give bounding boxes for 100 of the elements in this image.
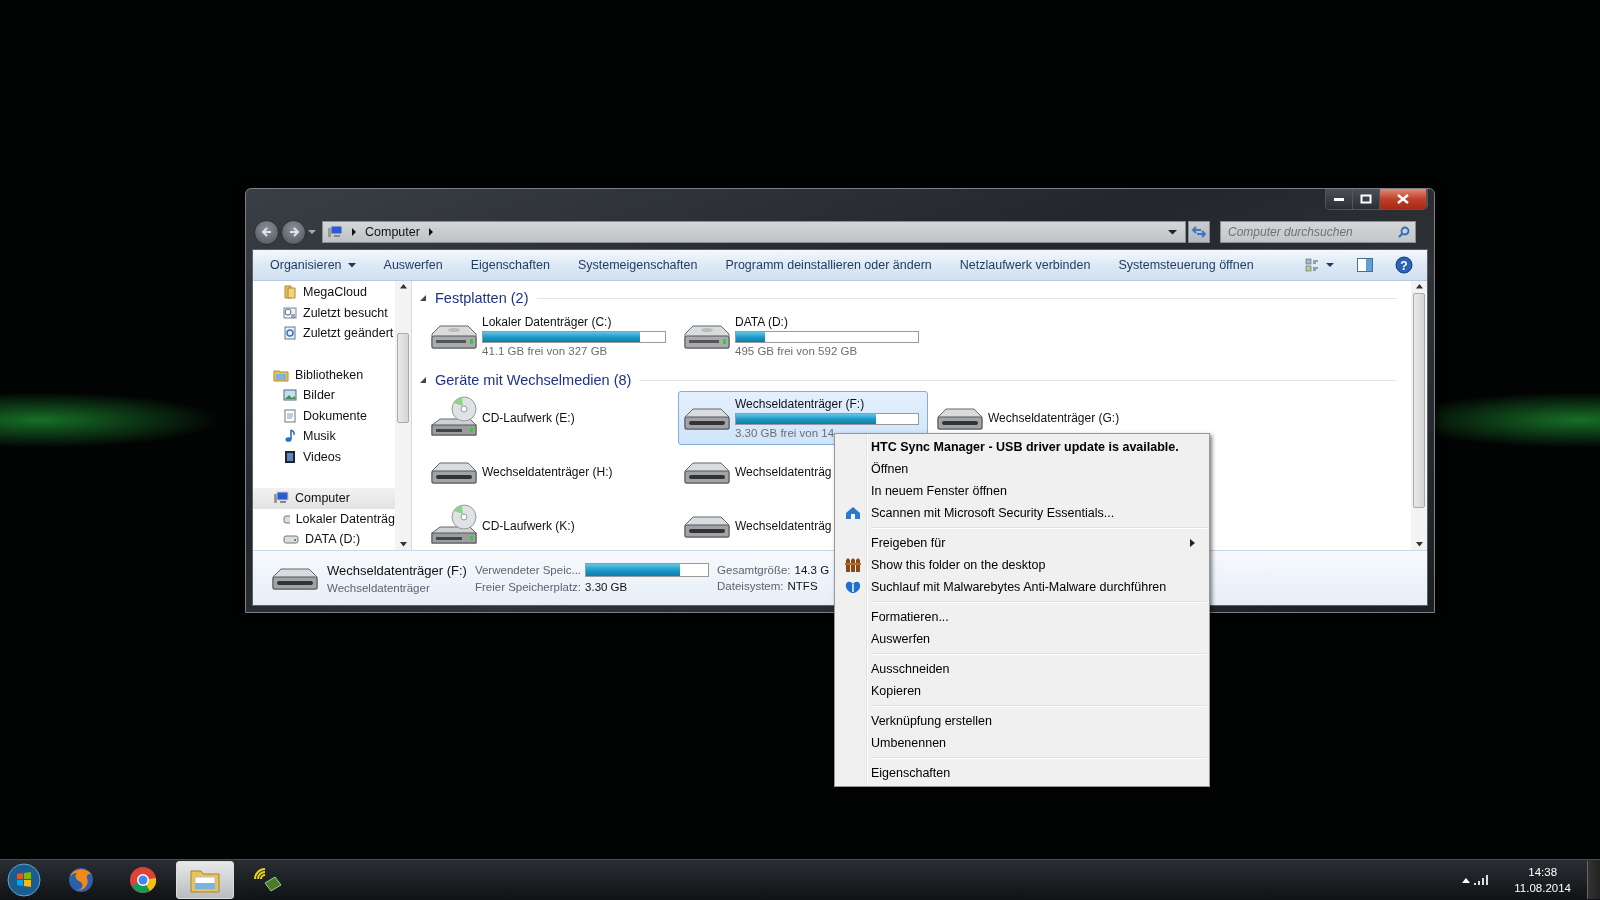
group-header[interactable]: Geräte mit Wechselmedien (8) [435,372,632,388]
free-space-text: 495 GB frei von 592 GB [735,345,859,357]
nav-tree-item[interactable]: MegaCloud [253,282,395,303]
detail-label: Verwendeter Speic... [474,564,582,576]
collapse-triangle-icon[interactable] [419,294,427,302]
drive-tile[interactable]: Wechseldatenträger (H:) [425,445,675,499]
close-button[interactable] [1380,189,1427,209]
drive-tile[interactable]: CD-Laufwerk (K:) [425,499,675,550]
computer-icon [273,491,289,506]
windows-orb-icon [7,863,41,897]
document-search-icon [283,326,297,341]
scroll-thumb[interactable] [1413,293,1425,508]
detail-label: Gesamtgröße: [717,564,791,576]
menu-item[interactable]: Umbenennen [837,732,1207,754]
close-icon [1396,194,1410,204]
show-desktop-button[interactable] [1587,861,1600,899]
detail-value: 3.30 GB [585,581,628,593]
minimize-button[interactable] [1326,189,1353,209]
refresh-button[interactable] [1188,221,1210,243]
caret-icon [308,229,316,235]
maximize-button[interactable] [1353,189,1380,209]
drive-name: Wechseldatenträger (H:) [482,465,613,479]
document-icon [283,408,297,423]
nav-tree-item[interactable]: Zuletzt besucht [253,302,395,323]
nav-tree-item[interactable]: Bilder [253,385,395,406]
detail-title: Wechseldatenträger (F:) [327,562,467,578]
scroll-thumb[interactable] [397,333,409,423]
nav-tree-item[interactable]: Computer [253,488,395,509]
nav-tree-item[interactable]: Zuletzt geändert [253,323,395,344]
search-field[interactable]: Computer durchsuchen [1220,221,1416,243]
menu-item[interactable]: Ausschneiden [837,658,1207,680]
scroll-up-icon [399,284,407,289]
chevron-icon [427,228,434,236]
search-icon [1398,226,1410,238]
back-button[interactable] [254,219,279,245]
maximize-icon [1360,194,1372,204]
nav-tree-item[interactable]: Bibliotheken [253,364,395,385]
drive-name: DATA (D:) [735,315,789,329]
toolbar-button[interactable]: Auswerfen [376,254,450,276]
nav-tree-item[interactable]: Musik [253,426,395,447]
globe-icon [66,865,96,895]
toolbar-button[interactable]: Systemsteuerung öffnen [1111,254,1261,276]
fence-icon [845,557,861,573]
detail-value: 14.3 G [794,564,830,576]
menu-item[interactable]: Eigenschaften [837,762,1207,784]
toolbar-button[interactable]: Netzlaufwerk verbinden [952,254,1098,276]
chevron-icon [351,228,357,236]
toolbar-button[interactable]: Organisieren [263,254,363,276]
nav-tree-item[interactable]: Dokumente [253,405,395,426]
collapse-triangle-icon[interactable] [419,376,427,384]
drive-name: Wechseldatenträger (F:) [735,397,866,411]
menu-item[interactable]: In neuem Fenster öffnen [837,480,1207,502]
menu-item[interactable]: Auswerfen [837,628,1207,650]
menu-item[interactable]: Suchlauf mit Malwarebytes Anti-Malware durchführen [837,576,1207,598]
drive-tile[interactable]: DATA (D:) 495 GB frei von 592 GB [678,309,928,363]
nav-tree-item[interactable]: Lokaler Datenträg [253,508,395,529]
menu-item[interactable]: Kopieren [837,680,1207,702]
breadcrumb[interactable]: Computer [365,225,420,239]
menu-item[interactable]: Verknüpfung erstellen [837,710,1207,732]
nav-tree-item[interactable]: Videos [253,446,395,467]
menu-item[interactable]: Formatieren... [837,606,1207,628]
film-strip-icon [283,449,297,464]
menu-item[interactable]: Scannen mit Microsoft Security Essentials... [837,502,1207,524]
library-folder-icon [273,367,289,382]
address-bar[interactable]: Computer [322,221,1186,243]
minimize-icon [1333,196,1345,202]
tray-arrow-icon[interactable] [1462,877,1471,883]
dropdown-caret-icon[interactable] [1168,229,1177,235]
computer-icon [327,225,343,239]
menu-item[interactable]: Freigeben für [837,532,1207,554]
free-space-text: 3.30 GB frei von 14 [735,427,836,439]
toolbar-button[interactable]: Eigenschaften [463,254,557,276]
signal-bars-icon[interactable] [1474,875,1489,885]
menu-item[interactable]: Show this folder on the desktop [837,554,1207,576]
drive-tile[interactable]: Lokaler Datenträger (C:) 41.1 GB frei von 327 GB [425,309,675,363]
clock[interactable]: 14:38 11.08.2014 [1514,864,1571,896]
pane-icon [1357,258,1373,272]
forward-arrow-icon [287,226,300,238]
detail-value: NTFS [787,580,818,592]
drive-name: Wechseldatenträger (G:) [988,411,1120,425]
sidebar-scrollbar[interactable] [395,281,411,550]
help-button[interactable]: ? [1389,253,1419,277]
recent-places-icon [283,305,297,320]
drive-name: Wechseldatenträg [735,519,832,533]
clock-date: 11.08.2014 [1514,881,1571,896]
ring-icon [128,865,158,895]
clock-time: 14:38 [1528,865,1558,880]
nav-tree-item[interactable]: DATA (D:) [253,529,395,550]
caret-icon [347,262,356,268]
toolbar-button[interactable]: Systemeigenschaften [570,254,705,276]
back-arrow-icon [260,226,273,238]
toolbar-button[interactable]: Programm deinstallieren oder ändern [718,254,939,276]
forward-button[interactable] [281,219,306,245]
detail-label: Freier Speicherplatz: [474,581,582,593]
menu-item[interactable]: Öffnen [837,458,1207,480]
group-header[interactable]: Festplatten (2) [435,290,529,306]
content-scrollbar[interactable] [1411,281,1427,550]
drive-name: Wechseldatenträg [735,465,832,479]
drive-tile[interactable]: CD-Laufwerk (E:) [425,391,675,445]
drive-name: CD-Laufwerk (K:) [482,519,575,533]
